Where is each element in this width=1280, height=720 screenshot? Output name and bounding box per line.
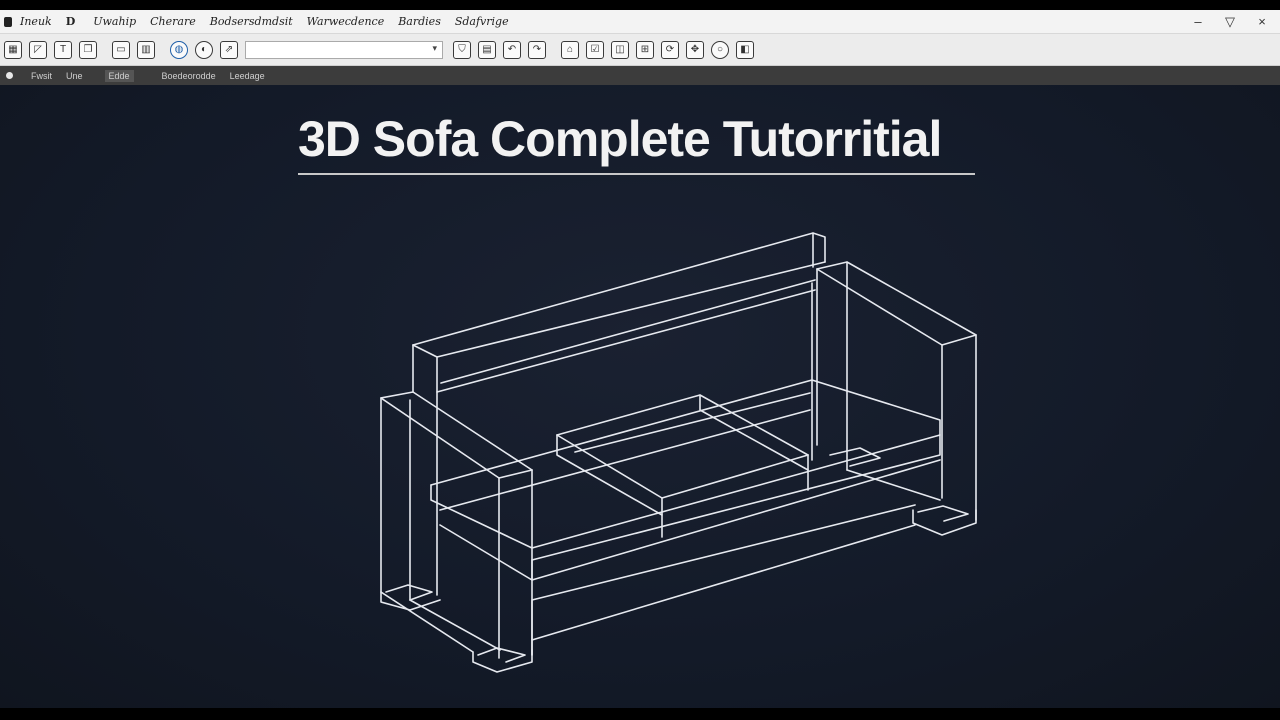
- menu-item[interactable]: Warwecdence: [307, 15, 385, 28]
- frame-icon[interactable]: ◧: [736, 40, 754, 59]
- menu-item[interactable]: Cherare: [150, 15, 196, 28]
- status-item[interactable]: Fwsit: [31, 71, 52, 81]
- menu-item[interactable]: D: [66, 15, 76, 28]
- export-icon[interactable]: ⇗: [220, 40, 238, 59]
- text-icon[interactable]: T: [54, 40, 72, 59]
- status-bar: Fwsit Une Edde Boedeorodde Leedage: [0, 66, 1280, 85]
- close-button[interactable]: ×: [1256, 10, 1268, 34]
- status-item[interactable]: Leedage: [230, 71, 265, 81]
- move-icon[interactable]: ✥: [686, 40, 704, 59]
- menu-item[interactable]: Sdafvrige: [455, 15, 509, 28]
- menu-item[interactable]: Bodsersdmdsit: [210, 15, 293, 28]
- letterbox-top: [0, 0, 1280, 10]
- status-item[interactable]: Boedeorodde: [162, 71, 216, 81]
- status-item[interactable]: Une: [66, 71, 83, 81]
- menu-item[interactable]: Bardies: [398, 15, 441, 28]
- title-bar: Ineuk D Uwahip Cherare Bodsersdmdsit War…: [0, 10, 1280, 34]
- view-combobox[interactable]: ▾: [245, 40, 443, 60]
- view-combobox-input[interactable]: [246, 43, 434, 60]
- restore-button[interactable]: ▽: [1224, 10, 1236, 34]
- layers-icon[interactable]: ◫: [611, 40, 629, 59]
- circle-icon[interactable]: ○: [711, 40, 729, 59]
- folder-icon[interactable]: ▤: [478, 40, 496, 59]
- open-icon[interactable]: ◸: [29, 40, 47, 59]
- checklist-icon[interactable]: ☑: [586, 40, 604, 59]
- status-item-active[interactable]: Edde: [104, 69, 134, 82]
- panel-icon[interactable]: ▥: [137, 40, 155, 59]
- new-file-icon[interactable]: ▦: [4, 40, 22, 59]
- home-icon[interactable]: ⌂: [561, 40, 579, 59]
- sofa-wireframe-model[interactable]: [0, 85, 1280, 708]
- redo-icon[interactable]: ↷: [528, 40, 546, 59]
- undo-icon[interactable]: ↶: [503, 40, 521, 59]
- minimize-button[interactable]: –: [1192, 10, 1204, 34]
- 3d-viewport[interactable]: 3D Sofa Complete Tutorritial: [0, 85, 1280, 708]
- window-icon[interactable]: ▭: [112, 40, 130, 59]
- sphere-icon[interactable]: ◐: [195, 40, 213, 59]
- grid-icon[interactable]: ⊞: [636, 40, 654, 59]
- letterbox-bottom: [0, 708, 1280, 720]
- copy-icon[interactable]: ❐: [79, 40, 97, 59]
- menu-item[interactable]: Uwahip: [93, 15, 136, 28]
- toolbar: ▦ ◸ T ❐ ▭ ▥ ◍ ◐ ⇗ ▾ ⛉ ▤ ↶ ↷ ⌂ ☑ ◫ ⊞ ⟳ ✥ …: [0, 34, 1280, 66]
- menu-item[interactable]: Ineuk: [20, 15, 52, 28]
- shield-icon[interactable]: ⛉: [453, 40, 471, 59]
- chevron-down-icon[interactable]: ▾: [432, 43, 437, 54]
- app-icon: [4, 16, 12, 27]
- globe-icon[interactable]: ◍: [170, 40, 188, 59]
- status-dot-icon: [6, 72, 13, 79]
- rotate-icon[interactable]: ⟳: [661, 40, 679, 59]
